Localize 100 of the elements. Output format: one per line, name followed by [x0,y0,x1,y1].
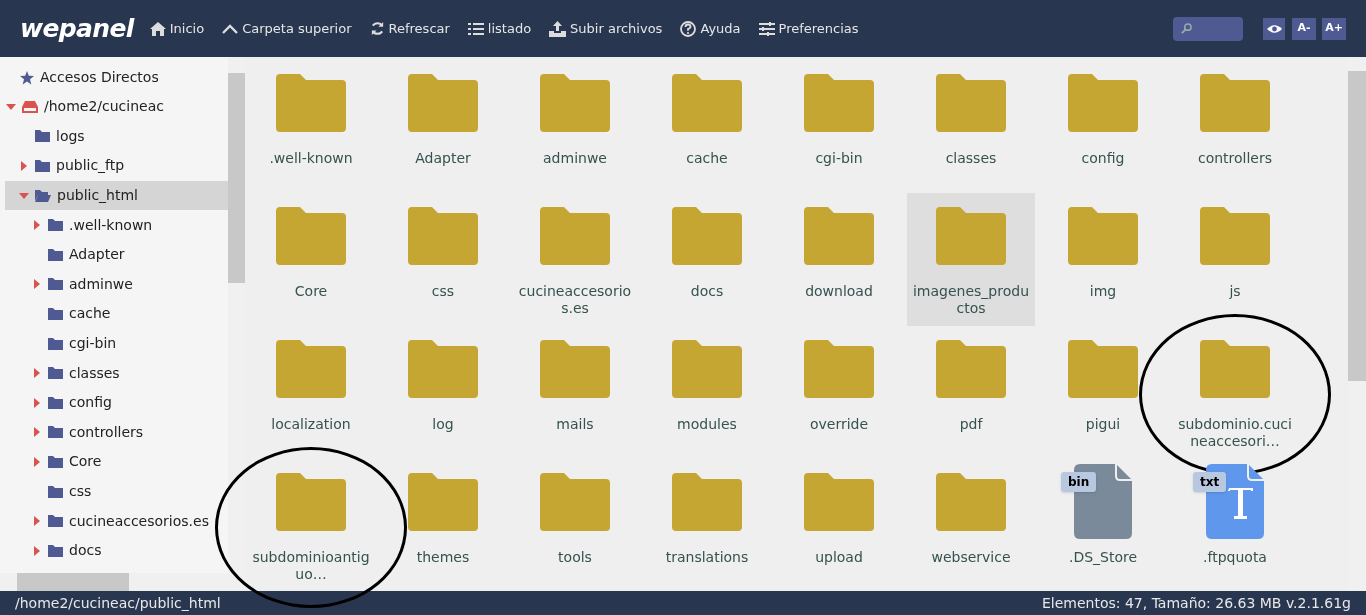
font-size-button[interactable]: A- [1292,17,1316,40]
tree-item[interactable]: Core [5,447,228,477]
item-name: img [1088,283,1118,300]
folder-item[interactable]: docs [643,193,771,326]
preview-toggle-button[interactable] [1263,17,1285,40]
refresh-icon [369,21,385,36]
folder-item[interactable]: override [775,326,903,459]
tree-item[interactable]: cgi-bin [5,328,228,359]
folder-item[interactable]: cache [643,60,771,193]
folder-item[interactable]: themes [379,459,507,592]
folder-item[interactable]: localization [247,326,375,459]
scrollbar-thumb[interactable] [1348,71,1366,381]
item-name: cache [685,150,729,167]
search-field[interactable] [1173,16,1243,41]
folder-icon [1068,73,1138,132]
item-name: docs [689,283,725,300]
toolbar-button[interactable]: Subir archivos [549,18,663,39]
caret-right-icon [34,456,40,467]
folder-item[interactable]: cucineaccesorios.es [511,193,639,326]
folder-item[interactable]: css [379,193,507,326]
folder-item[interactable]: subdominioantiguo… [247,459,375,592]
folder-icon [408,339,478,398]
folder-item[interactable]: pigui [1039,326,1167,459]
folder-item[interactable]: upload [775,459,903,592]
tree-item[interactable]: Adapter [5,239,228,270]
folder-item[interactable]: .well-known [247,60,375,193]
folder-item[interactable]: adminwe [511,60,639,193]
toolbar-button[interactable]: Refrescar [369,18,450,39]
logo[interactable]: wepanel [20,9,134,48]
tree-item[interactable]: cucineaccesorios.es [5,506,228,536]
tree-item[interactable]: css [5,476,228,507]
tree-item[interactable]: cache [5,299,228,329]
tree-item[interactable]: config [5,387,228,418]
toolbar-button[interactable]: Preferencias [758,18,859,39]
folder-icon [35,160,50,172]
vertical-scrollbar[interactable] [228,57,245,573]
folder-item[interactable]: pdf [907,326,1035,459]
folder-icon [276,339,346,398]
current-path: /home2/cucineac/public_html [15,593,221,613]
tree-item[interactable]: public_html [5,180,228,211]
caret-right-icon [34,220,40,231]
horizontal-scrollbar[interactable] [0,573,245,591]
folder-item[interactable]: subdominio.cucineaccesori… [1171,326,1299,459]
folder-icon [48,248,63,261]
folder-icon [35,130,50,143]
tree-item[interactable]: docs [5,535,228,566]
item-name: controllers [1196,150,1274,167]
folder-item[interactable]: js [1171,193,1299,326]
folder-icon [48,544,63,557]
folder-item[interactable]: tools [511,459,639,592]
toolbar-button[interactable]: Carpeta superior [222,18,352,39]
scrollbar-thumb[interactable] [228,73,245,283]
file-item[interactable]: txt .ftpquota [1171,459,1299,592]
file-type-badge: txt [1193,472,1227,492]
toolbar-button[interactable]: Ayuda [680,18,741,39]
folder-icon [1200,339,1270,398]
font-size-button[interactable]: A+ [1322,17,1346,40]
folder-item[interactable]: download [775,193,903,326]
file-item[interactable]: bin .DS_Store [1039,459,1167,592]
caret-right-icon [34,397,40,408]
folder-item[interactable]: cgi-bin [775,60,903,193]
item-name: subdominio.cucineaccesori… [1177,416,1293,450]
folder-item[interactable]: config [1039,60,1167,193]
folder-icon [48,337,63,350]
folder-icon [936,73,1006,132]
toolbar-button[interactable]: Inicio [149,18,205,39]
folder-icon [48,485,63,498]
tree-item[interactable]: public_ftp [5,151,228,181]
folder-item[interactable]: Adapter [379,60,507,193]
scrollbar-thumb[interactable] [17,573,129,591]
caret-right-icon [34,368,40,379]
folder-item[interactable]: controllers [1171,60,1299,193]
folder-icon [408,73,478,132]
tree-item[interactable]: /home2/cucineac [5,92,228,122]
item-name: js [1228,283,1242,300]
tree-item[interactable]: classes [5,358,228,388]
tree-item[interactable]: .well-known [5,210,228,240]
shortcuts-link[interactable]: Accesos Directos [40,67,159,88]
folder-item[interactable]: translations [643,459,771,592]
folder-icon [48,515,63,528]
toolbar-button[interactable]: listado [467,18,532,39]
item-name: log [431,416,455,433]
item-name: Core [293,283,329,300]
folder-item[interactable]: classes [907,60,1035,193]
tree-item[interactable]: controllers [5,417,228,448]
folder-item[interactable]: modules [643,326,771,459]
item-name: cucineaccesorios.es [517,283,633,317]
folder-item[interactable]: mails [511,326,639,459]
home-icon [149,21,166,36]
folder-item[interactable]: Core [247,193,375,326]
folder-item[interactable]: webservice [907,459,1035,592]
tree-item[interactable]: adminwe [5,269,228,300]
folder-icon [540,73,610,132]
item-name: subdominioantiguo… [251,549,371,583]
folder-icon [672,206,742,265]
folder-item[interactable]: log [379,326,507,459]
folder-icon [936,206,1006,265]
folder-item[interactable]: img [1039,193,1167,326]
tree-item[interactable]: logs [5,121,228,152]
folder-item[interactable]: imagenes_productos [907,193,1035,326]
